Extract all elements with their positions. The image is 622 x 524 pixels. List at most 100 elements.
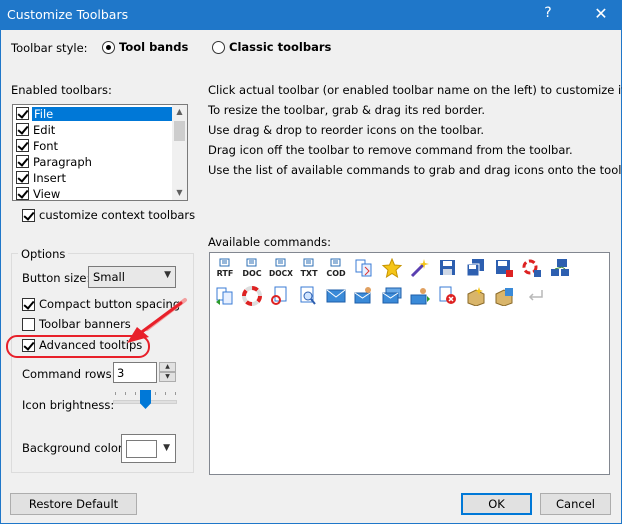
enabled-toolbars-list[interactable]: File Edit Font Paragraph Insert View ▲ ▼ — [12, 104, 188, 201]
list-item[interactable]: Font — [14, 138, 172, 154]
available-commands-panel[interactable]: RTF DOC DOCX TXT COD — [209, 252, 610, 475]
save-all-icon[interactable] — [465, 258, 487, 278]
classic-toolbars-label[interactable]: Classic toolbars — [229, 40, 331, 54]
list-item[interactable]: Insert — [14, 170, 172, 186]
docx-label: DOCX — [269, 269, 293, 278]
txt-icon[interactable]: TXT — [298, 258, 320, 278]
tool-bands-radio[interactable] — [102, 41, 115, 54]
list-item-label[interactable]: Font — [33, 139, 58, 153]
compare-docs-icon[interactable] — [353, 258, 375, 278]
save-red-icon[interactable] — [493, 258, 515, 278]
txt-label: TXT — [300, 269, 318, 278]
export-box-icon[interactable] — [493, 286, 515, 307]
list-item-checkbox[interactable] — [16, 187, 29, 200]
customize-toolbars-dialog: Customize Toolbars ? ✕ Toolbar style: To… — [0, 0, 622, 524]
list-item-label[interactable]: View — [33, 187, 60, 200]
background-color-label: Background color: — [22, 441, 127, 455]
magic-wand-icon[interactable] — [409, 258, 431, 278]
classic-toolbars-radio[interactable] — [212, 41, 225, 54]
scroll-up-icon[interactable]: ▲ — [172, 105, 187, 119]
instruction-text: Use drag & drop to reorder icons on the … — [208, 123, 485, 137]
list-item-checkbox[interactable] — [16, 139, 29, 152]
docx-icon[interactable]: DOCX — [268, 258, 294, 278]
list-item[interactable]: Paragraph — [14, 154, 172, 170]
sync-icon[interactable] — [521, 258, 543, 278]
return-icon[interactable] — [525, 286, 547, 306]
delete-doc-icon[interactable] — [437, 286, 459, 306]
spin-down-icon[interactable]: ▼ — [159, 372, 176, 382]
cod-icon[interactable]: COD — [325, 258, 347, 278]
toolbar-style-label: Toolbar style: — [11, 41, 88, 55]
customize-context-checkbox[interactable] — [22, 209, 35, 222]
save-icon[interactable] — [437, 258, 459, 278]
instruction-text: Click actual toolbar (or enabled toolbar… — [208, 83, 622, 97]
list-item[interactable]: File — [14, 106, 172, 122]
list-item-checkbox[interactable] — [16, 123, 29, 136]
window-title: Customize Toolbars — [7, 7, 129, 22]
page-refresh-icon[interactable] — [269, 286, 291, 306]
toolbar-banners-label[interactable]: Toolbar banners — [39, 317, 131, 331]
instruction-text: To resize the toolbar, grab & drag its r… — [208, 103, 486, 117]
preview-icon[interactable] — [297, 286, 319, 306]
help-button[interactable]: ? — [538, 5, 558, 25]
list-item[interactable]: View — [14, 186, 172, 200]
restore-default-button[interactable]: Restore Default — [10, 493, 137, 515]
icon-brightness-label: Icon brightness: — [22, 398, 115, 412]
slider-tick — [175, 392, 176, 395]
list-item[interactable]: Edit — [14, 122, 172, 138]
doc-icon[interactable]: DOC — [241, 258, 263, 278]
send-user-icon[interactable] — [409, 286, 431, 306]
tool-bands-label[interactable]: Tool bands — [119, 40, 188, 54]
close-button[interactable]: ✕ — [581, 1, 621, 29]
title-bar: Customize Toolbars ? ✕ — [1, 1, 621, 30]
rtf-label: RTF — [217, 269, 234, 278]
network-save-icon[interactable] — [549, 258, 571, 278]
list-item-label[interactable]: File — [32, 107, 172, 121]
star-icon[interactable] — [381, 257, 403, 279]
rtf-icon[interactable]: RTF — [214, 258, 236, 278]
cancel-button[interactable]: Cancel — [540, 493, 611, 515]
list-item-label[interactable]: Paragraph — [33, 155, 92, 169]
scroll-thumb[interactable] — [174, 121, 185, 141]
slider-tick — [115, 392, 116, 395]
command-rows-value: 3 — [117, 366, 125, 380]
email-icon[interactable] — [325, 286, 347, 306]
list-item-label[interactable]: Insert — [33, 171, 66, 185]
email-user-icon[interactable] — [353, 286, 375, 306]
options-group-title: Options — [18, 247, 69, 261]
color-swatch — [126, 440, 157, 458]
slider-tick — [125, 392, 126, 395]
slider-tick — [155, 392, 156, 395]
list-item-checkbox[interactable] — [16, 171, 29, 184]
copy-docs-icon[interactable] — [214, 286, 236, 306]
ok-button[interactable]: OK — [461, 493, 532, 515]
instruction-text: Use the list of available commands to gr… — [208, 163, 622, 177]
slider-tick — [165, 392, 166, 395]
email-stack-icon[interactable] — [381, 286, 403, 306]
button-size-select[interactable]: Small ▼ — [88, 266, 176, 288]
list-scrollbar[interactable]: ▲ ▼ — [172, 105, 187, 200]
instruction-text: Drag icon off the toolbar to remove comm… — [208, 143, 573, 157]
icon-brightness-slider[interactable] — [113, 390, 177, 409]
annotation-arrow — [127, 298, 187, 343]
list-item-checkbox[interactable] — [16, 107, 29, 120]
spin-up-icon[interactable]: ▲ — [159, 362, 176, 372]
list-item-checkbox[interactable] — [16, 155, 29, 168]
compact-spacing-checkbox[interactable] — [22, 298, 35, 311]
customize-context-label[interactable]: customize context toolbars — [39, 208, 195, 222]
toolbar-banners-checkbox[interactable] — [22, 318, 35, 331]
command-rows-input[interactable]: 3 — [113, 362, 157, 383]
command-rows-spinner[interactable]: ▲ ▼ — [159, 362, 176, 383]
slider-tick — [135, 392, 136, 395]
available-commands-label: Available commands: — [208, 235, 331, 249]
button-size-label: Button size: — [22, 271, 91, 285]
chevron-down-icon: ▼ — [164, 270, 171, 280]
cod-label: COD — [326, 269, 346, 278]
slider-thumb[interactable] — [140, 390, 151, 409]
list-item-label[interactable]: Edit — [33, 123, 55, 137]
lifebuoy-icon[interactable] — [241, 286, 263, 306]
scroll-down-icon[interactable]: ▼ — [172, 186, 187, 200]
command-rows-label: Command rows: — [22, 367, 116, 381]
background-color-picker[interactable]: ▼ — [121, 434, 176, 463]
new-box-icon[interactable] — [465, 286, 487, 307]
